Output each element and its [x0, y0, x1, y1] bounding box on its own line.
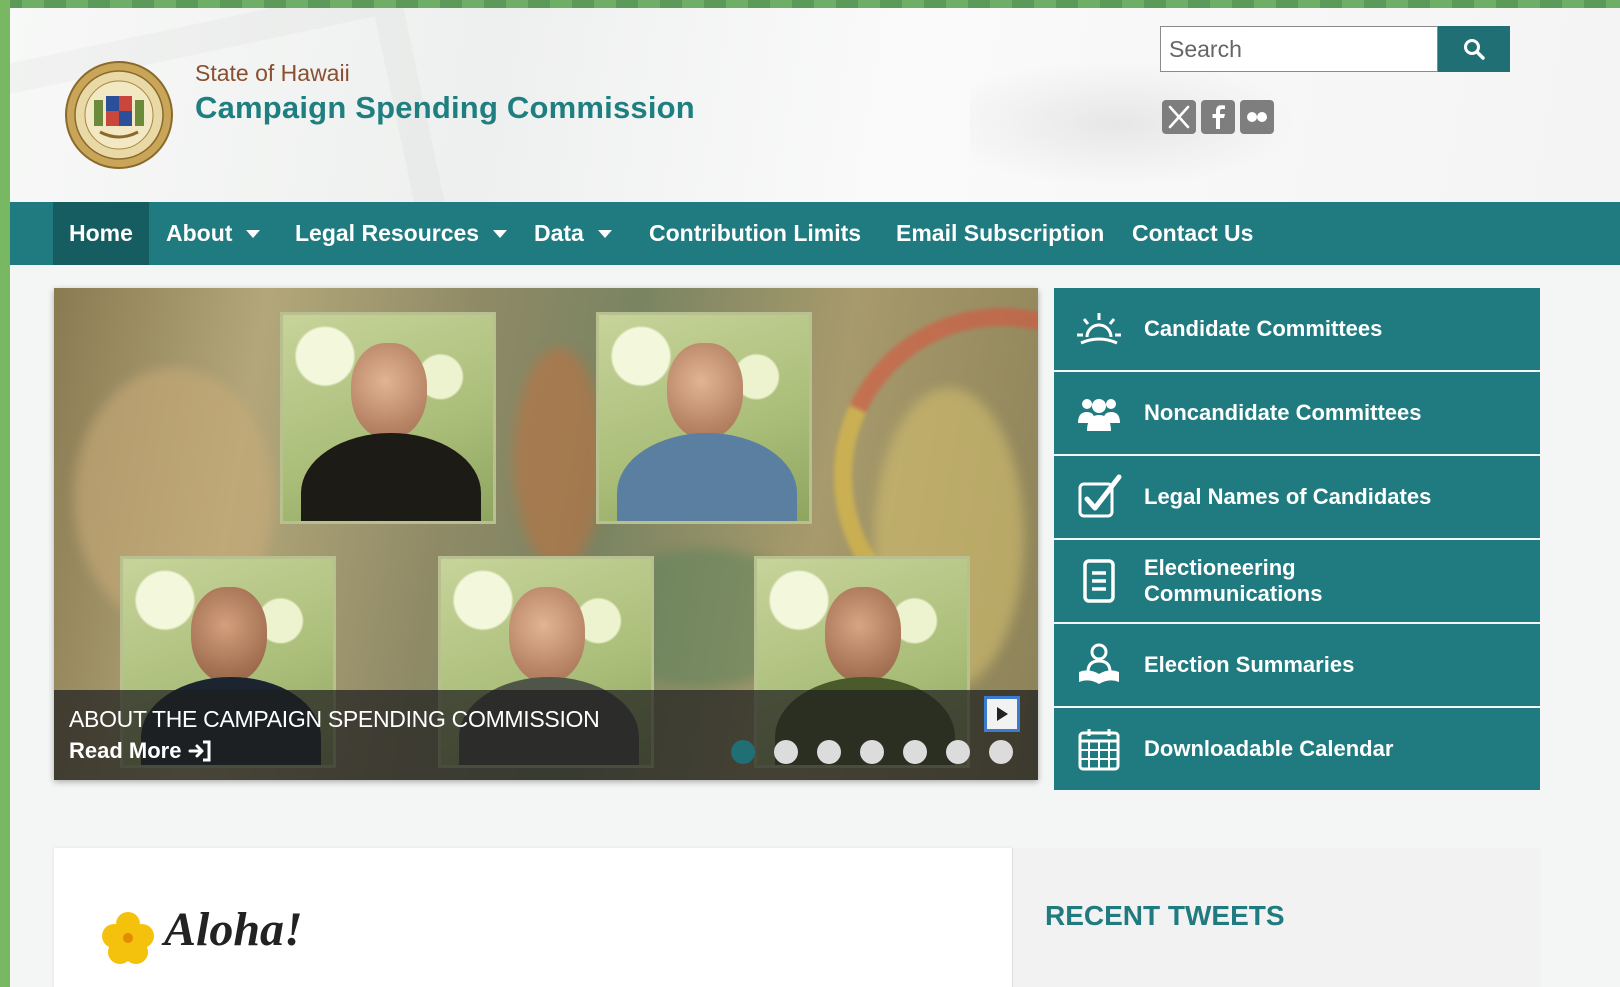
nav-home-label: Home: [69, 220, 133, 246]
nav-data-label: Data: [534, 220, 584, 246]
search-button[interactable]: [1438, 26, 1510, 72]
quick-link-election-summaries[interactable]: Election Summaries: [1054, 624, 1540, 706]
quick-link-legal-names[interactable]: Legal Names of Candidates: [1054, 456, 1540, 538]
read-more-link[interactable]: Read More: [69, 738, 213, 764]
reader-icon: [1079, 643, 1119, 684]
main-nav: Home About Legal Resources Data Contribu…: [10, 202, 1620, 265]
search-input[interactable]: [1161, 27, 1437, 71]
quick-link-electioneering[interactable]: Electioneering Communications: [1054, 540, 1540, 622]
nav-email-subscription-label: Email Subscription: [896, 220, 1105, 246]
quick-link-noncandidate-committees[interactable]: Noncandidate Committees: [1054, 372, 1540, 454]
site-header: State of Hawaii Campaign Spending Commis…: [10, 8, 1620, 202]
nav-legal-resources-label: Legal Resources: [295, 220, 480, 246]
nav-contribution-limits-label: Contribution Limits: [649, 220, 862, 246]
slide-dot-3[interactable]: [817, 740, 841, 764]
flickr-icon: [1247, 112, 1267, 122]
slide-dot-1[interactable]: [731, 740, 755, 764]
nav-email-subscription[interactable]: Email Subscription: [896, 202, 1104, 265]
page: State of Hawaii Campaign Spending Commis…: [10, 8, 1620, 987]
group-icon: [1078, 399, 1120, 431]
quick-link-label: Candidate Committees: [1144, 316, 1383, 341]
flickr-link[interactable]: [1240, 100, 1274, 134]
left-decor-strip: [0, 0, 10, 987]
play-icon: [997, 707, 1008, 721]
commissioner-photo: [280, 312, 496, 524]
commissioner-photo: [596, 312, 812, 524]
welcome-panel: Aloha!: [54, 848, 1012, 987]
quick-link-downloadable-calendar[interactable]: Downloadable Calendar: [1054, 708, 1540, 790]
x-twitter-icon: [1168, 105, 1190, 129]
quick-link-label: Downloadable Calendar: [1144, 736, 1394, 761]
recent-tweets-panel: RECENT TWEETS: [1012, 848, 1541, 987]
quick-link-label: Legal Names of Candidates: [1144, 484, 1432, 509]
slider-play-button[interactable]: [984, 696, 1020, 732]
quick-link-candidate-committees[interactable]: Candidate Committees: [1054, 288, 1540, 370]
calendar-icon: [1078, 729, 1120, 771]
slide-caption: [54, 690, 1038, 780]
state-name[interactable]: State of Hawaii: [195, 60, 350, 87]
nav-about-label: About: [166, 220, 233, 246]
state-seal-icon[interactable]: [64, 60, 174, 170]
nav-contact-us-label: Contact Us: [1132, 220, 1254, 246]
quick-link-label: Election Summaries: [1144, 652, 1355, 677]
top-decor-strip: [0, 0, 1620, 8]
checkbox-icon: [1078, 474, 1122, 518]
nav-contact-us[interactable]: Contact Us: [1132, 202, 1253, 265]
search-icon: [1464, 39, 1485, 60]
recent-tweets-title: RECENT TWEETS: [1045, 900, 1285, 931]
read-more-label: Read More: [69, 738, 182, 763]
x-twitter-link[interactable]: [1162, 100, 1196, 134]
hibiscus-icon: [102, 912, 154, 964]
nav-legal-resources[interactable]: Legal Resources: [295, 202, 508, 265]
facebook-icon: [1212, 105, 1225, 129]
agency-name[interactable]: Campaign Spending Commission: [195, 90, 695, 126]
slide-dot-7[interactable]: [989, 740, 1013, 764]
nav-contribution-limits[interactable]: Contribution Limits: [649, 202, 861, 265]
hero-slider[interactable]: ABOUT THE CAMPAIGN SPENDING COMMISSION R…: [54, 288, 1038, 780]
sunrise-icon: [1077, 313, 1121, 345]
facebook-link[interactable]: [1201, 100, 1235, 134]
nav-about[interactable]: About: [166, 202, 261, 265]
sign-in-arrow-icon: [188, 740, 211, 762]
document-icon: [1083, 559, 1115, 603]
slide-dot-2[interactable]: [774, 740, 798, 764]
search-field: [1160, 26, 1438, 72]
welcome-title: Aloha!: [164, 903, 303, 956]
quick-link-label: Noncandidate Committees: [1144, 400, 1422, 425]
quick-link-label: Electioneering Communications: [1144, 555, 1323, 606]
nav-data[interactable]: Data: [534, 202, 612, 265]
chevron-down-icon: [597, 229, 612, 238]
slide-title[interactable]: ABOUT THE CAMPAIGN SPENDING COMMISSION: [69, 706, 600, 733]
chevron-down-icon: [493, 229, 508, 238]
nav-home[interactable]: Home: [53, 202, 149, 265]
slide-dot-5[interactable]: [903, 740, 927, 764]
slide-dot-6[interactable]: [946, 740, 970, 764]
chevron-down-icon: [246, 229, 261, 238]
slide-dot-4[interactable]: [860, 740, 884, 764]
